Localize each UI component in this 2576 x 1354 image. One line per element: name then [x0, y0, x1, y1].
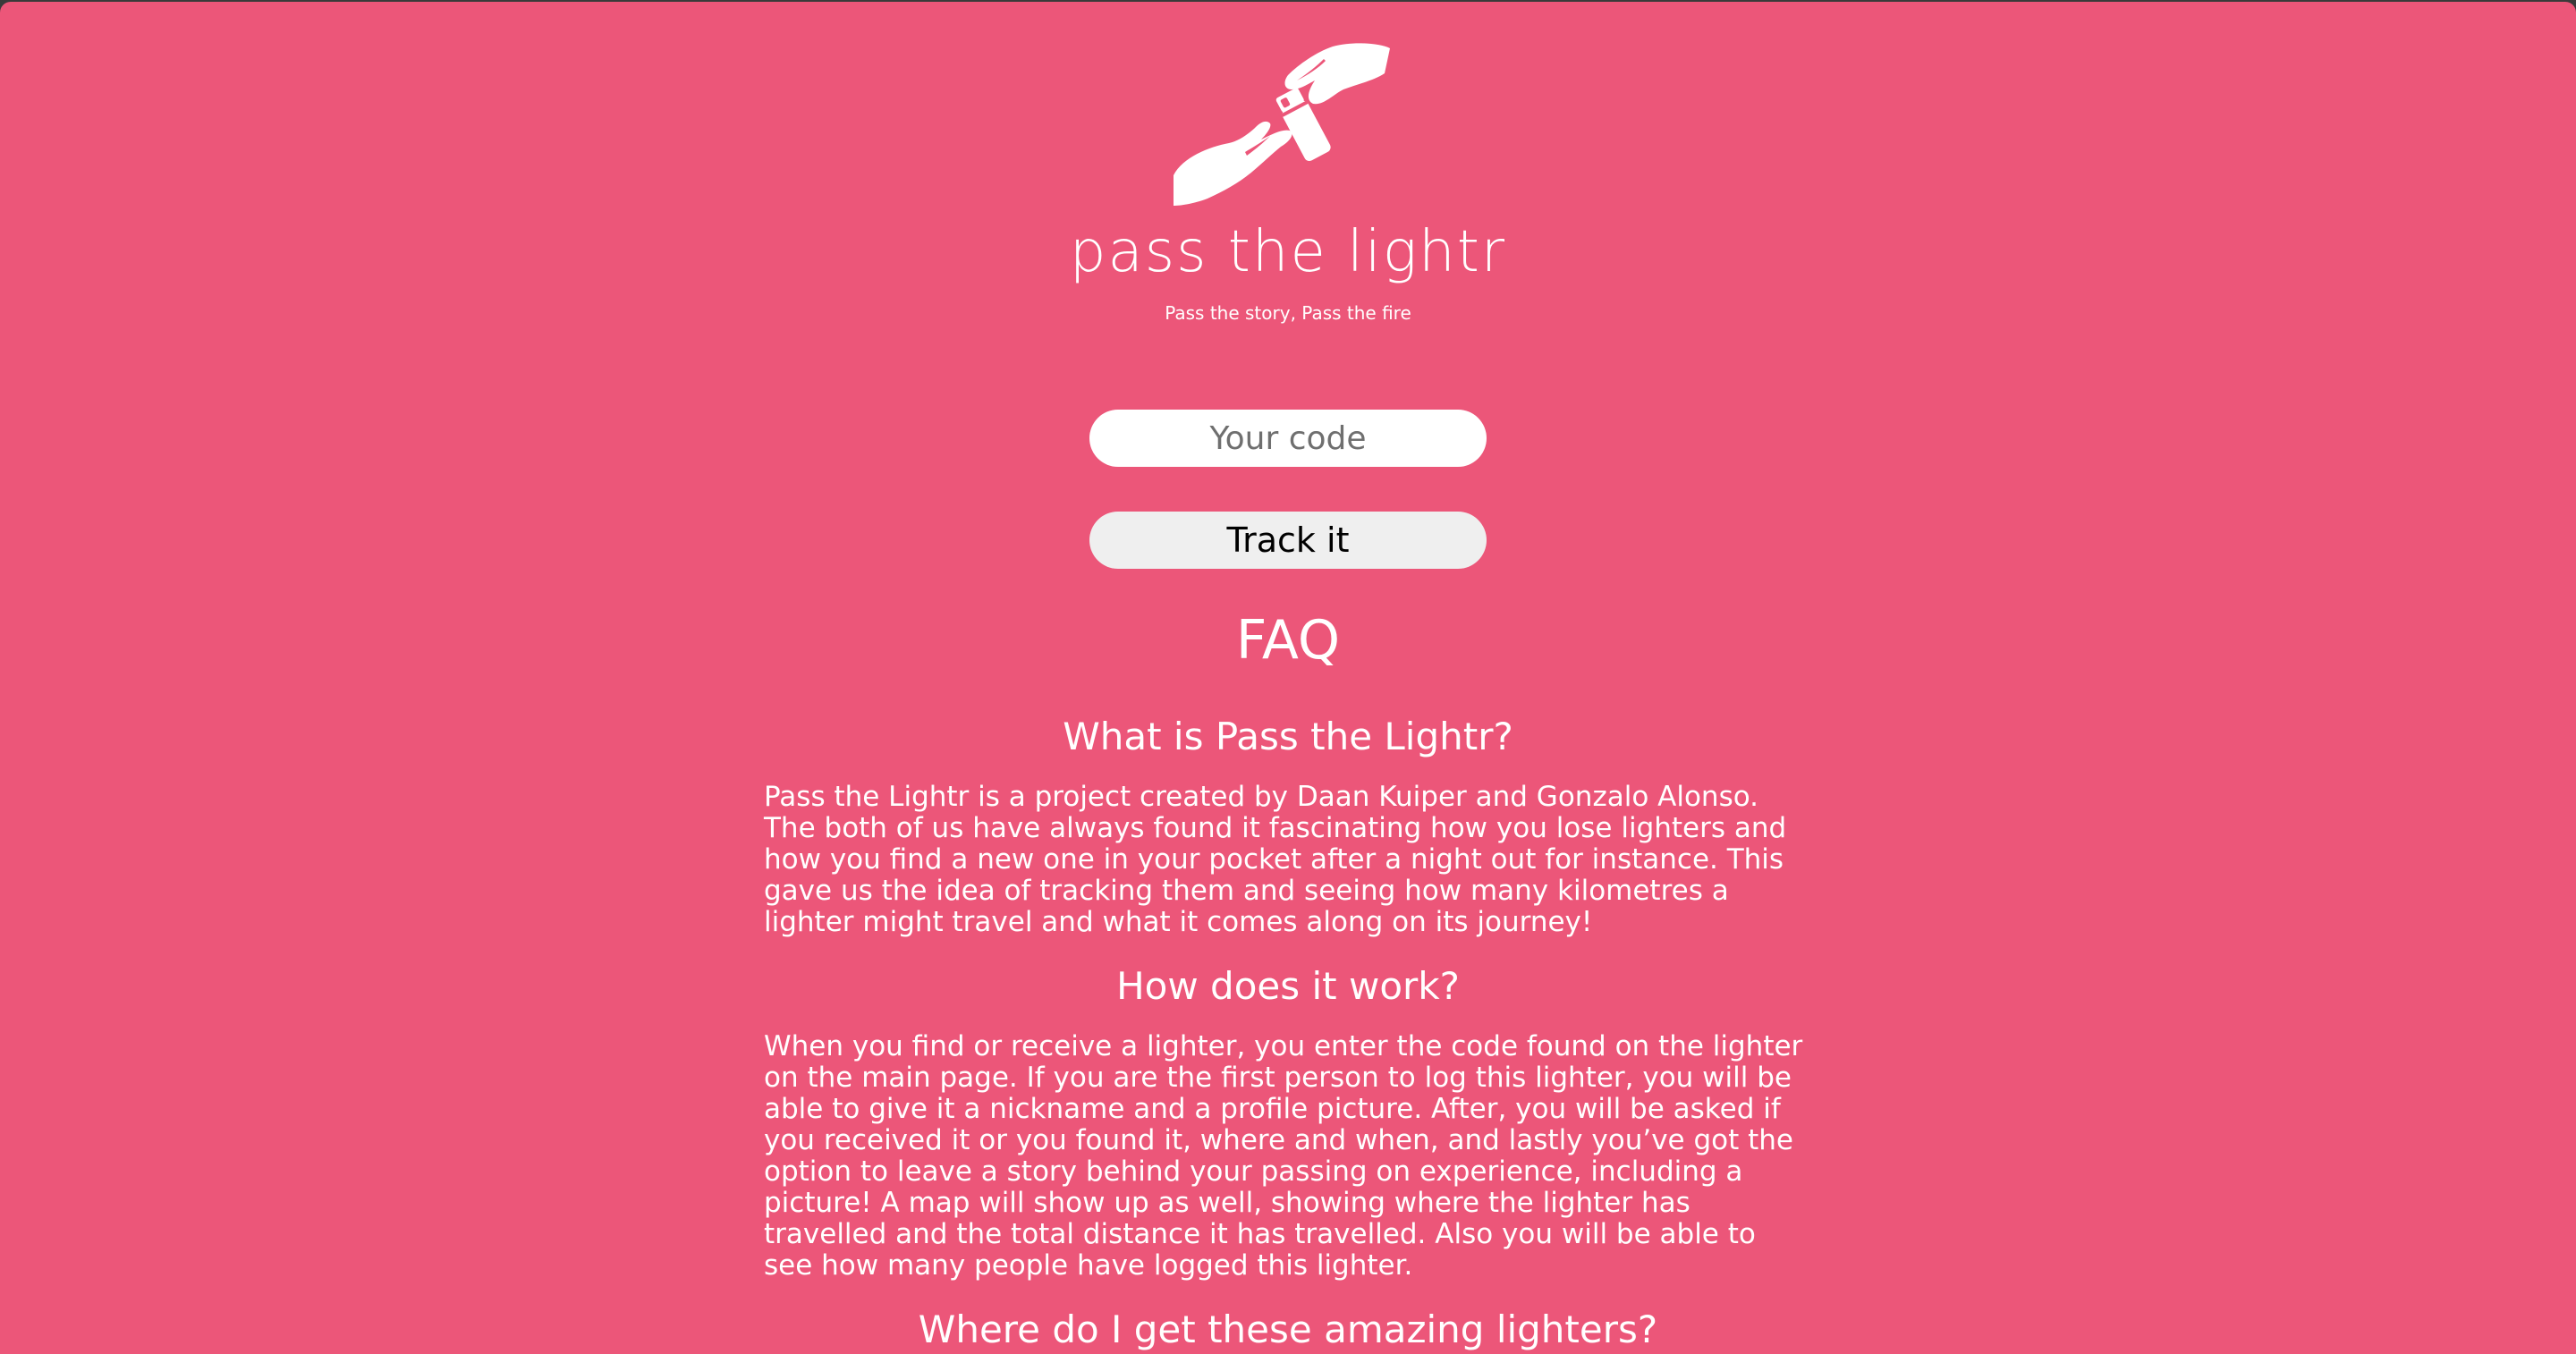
faq-item: What is Pass the Lightr? Pass the Lightr…	[764, 712, 1812, 938]
faq-item: Where do I get these amazing lighters?	[764, 1305, 1812, 1354]
faq-list: What is Pass the Lightr? Pass the Lightr…	[764, 712, 1812, 1354]
faq-question: How does it work?	[1116, 964, 1460, 1008]
site-tagline: Pass the story, Pass the fire	[1165, 302, 1411, 324]
page: pass the lightr Pass the story, Pass the…	[0, 2, 2576, 1354]
faq-question: Where do I get these amazing lighters?	[918, 1307, 1658, 1351]
track-it-button[interactable]: Track it	[1089, 512, 1487, 569]
faq-heading: FAQ	[1235, 609, 1341, 672]
faq-answer: Pass the Lightr is a project created by …	[764, 781, 1787, 938]
code-input[interactable]	[1089, 410, 1487, 467]
site-title: pass the lightr	[1069, 219, 1507, 285]
faq-question: What is Pass the Lightr?	[1063, 715, 1513, 758]
hand-passing-lighter-icon	[1174, 43, 1390, 206]
faq-answer: When you find or receive a lighter, you …	[764, 1030, 1803, 1282]
faq-item: How does it work? When you find or recei…	[764, 961, 1812, 1282]
